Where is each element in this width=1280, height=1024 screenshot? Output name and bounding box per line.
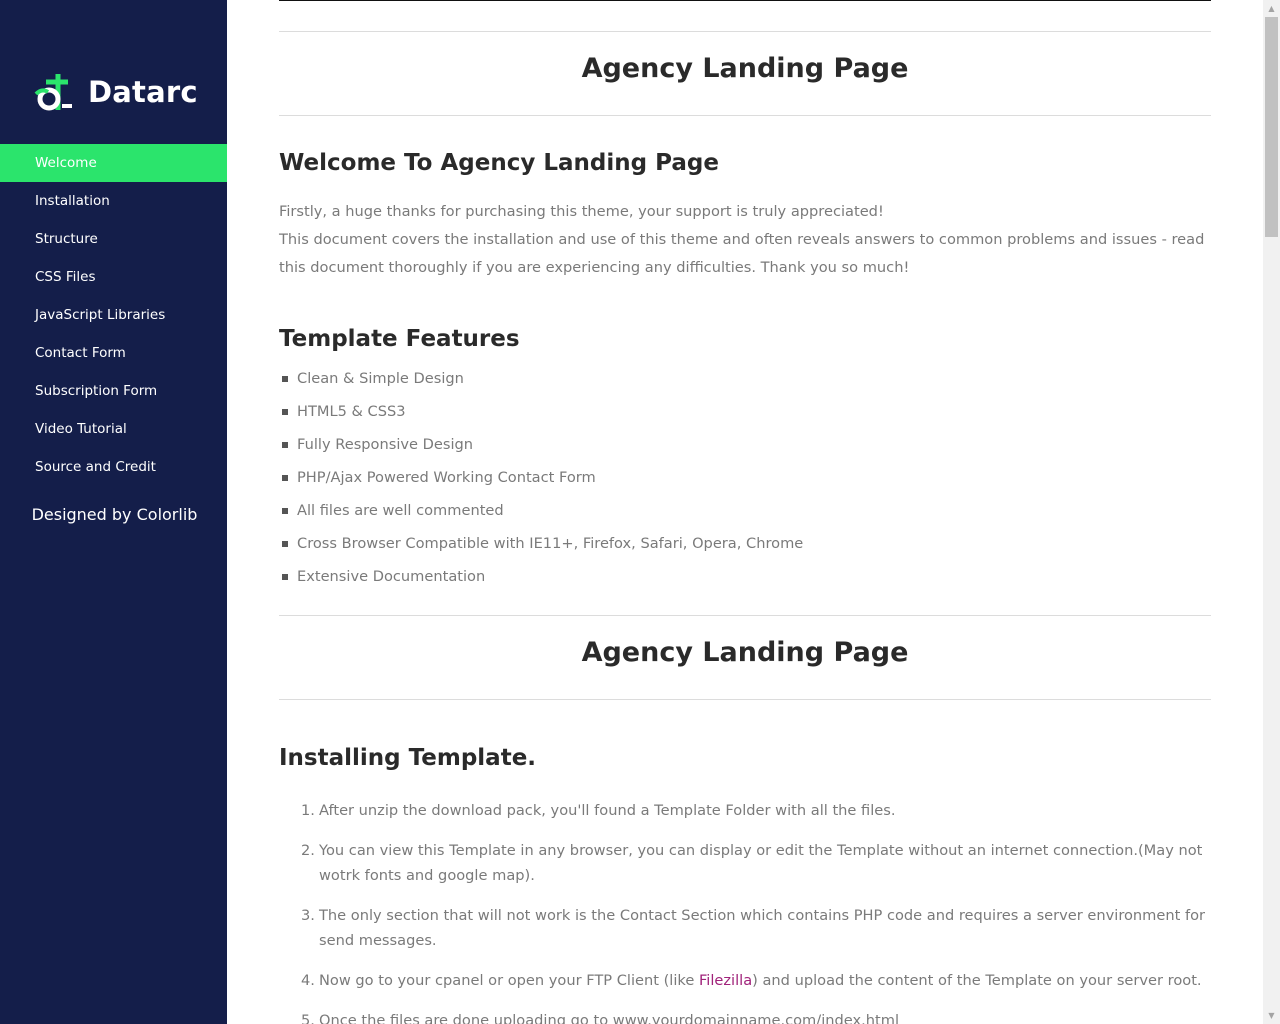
step-number: 3.	[301, 907, 315, 924]
step-text: The only section that will not work is t…	[319, 907, 1206, 949]
welcome-paragraph-1: Firstly, a huge thanks for purchasing th…	[279, 203, 884, 220]
divider	[279, 31, 1211, 32]
sidebar-item-source-and-credit[interactable]: Source and Credit	[0, 448, 227, 486]
sidebar: Datarc Welcome Installation Structure CS…	[0, 0, 227, 1024]
list-item: Cross Browser Compatible with IE11+, Fir…	[279, 531, 803, 564]
page-title: Agency Landing Page	[581, 53, 909, 84]
installation-steps: 1. After unzip the download pack, you'll…	[279, 798, 1211, 1024]
divider	[279, 115, 1211, 116]
step-number: 4.	[301, 972, 315, 989]
step-text: ) and upload the content of the Template…	[752, 972, 1202, 989]
welcome-paragraph-2: This document covers the installation an…	[279, 231, 1205, 276]
vertical-scrollbar[interactable]: ▲ ▼	[1263, 0, 1280, 1024]
step-number: 1.	[301, 802, 315, 819]
sidebar-item-css-files[interactable]: CSS Files	[0, 258, 227, 296]
features-heading: Template Features	[279, 326, 520, 352]
list-item: PHP/Ajax Powered Working Contact Form	[279, 465, 803, 498]
installing-heading: Installing Template.	[279, 745, 537, 771]
section-title: Agency Landing Page	[581, 637, 909, 668]
credit-text: Designed by Colorlib	[31, 505, 198, 524]
step-number: 5.	[301, 1012, 315, 1024]
main-content: Agency Landing Page Welcome To Agency La…	[279, 0, 1211, 1024]
step-text: Now go to your cpanel or open your FTP C…	[319, 972, 699, 989]
sidebar-nav: Welcome Installation Structure CSS Files…	[0, 144, 227, 486]
sidebar-item-structure[interactable]: Structure	[0, 220, 227, 258]
list-item: HTML5 & CSS3	[279, 399, 803, 432]
brand-logo[interactable]: Datarc	[32, 70, 198, 114]
scroll-up-arrow-icon[interactable]: ▲	[1263, 0, 1280, 17]
scroll-down-arrow-icon[interactable]: ▼	[1263, 1007, 1280, 1024]
sidebar-item-welcome[interactable]: Welcome	[0, 144, 227, 182]
list-item: 3. The only section that will not work i…	[279, 903, 1211, 953]
list-item: Fully Responsive Design	[279, 432, 803, 465]
list-item: Extensive Documentation	[279, 564, 803, 597]
list-item: 5. Once the files are done uploading go …	[279, 1008, 1211, 1024]
features-list: Clean & Simple Design HTML5 & CSS3 Fully…	[279, 366, 803, 597]
datarc-logo-icon	[34, 74, 72, 111]
step-text: You can view this Template in any browse…	[319, 842, 1203, 884]
sidebar-item-contact-form[interactable]: Contact Form	[0, 334, 227, 372]
step-text: Once the files are done uploading go to …	[319, 1012, 900, 1024]
divider	[279, 615, 1211, 616]
sidebar-item-subscription-form[interactable]: Subscription Form	[0, 372, 227, 410]
sidebar-item-video-tutorial[interactable]: Video Tutorial	[0, 410, 227, 448]
list-item: 2. You can view this Template in any bro…	[279, 838, 1211, 888]
list-item: 1. After unzip the download pack, you'll…	[279, 798, 1211, 823]
divider	[279, 699, 1211, 700]
brand-name: Datarc	[88, 75, 198, 109]
list-item: Clean & Simple Design	[279, 366, 803, 399]
sidebar-item-javascript-libraries[interactable]: JavaScript Libraries	[0, 296, 227, 334]
welcome-heading: Welcome To Agency Landing Page	[279, 150, 719, 176]
sidebar-item-installation[interactable]: Installation	[0, 182, 227, 220]
scrollbar-thumb[interactable]	[1265, 17, 1278, 237]
step-text: After unzip the download pack, you'll fo…	[319, 802, 896, 819]
filezilla-link[interactable]: Filezilla	[699, 972, 752, 989]
top-border	[279, 0, 1211, 1]
list-item: All files are well commented	[279, 498, 803, 531]
list-item: 4. Now go to your cpanel or open your FT…	[279, 968, 1211, 993]
step-number: 2.	[301, 842, 315, 859]
